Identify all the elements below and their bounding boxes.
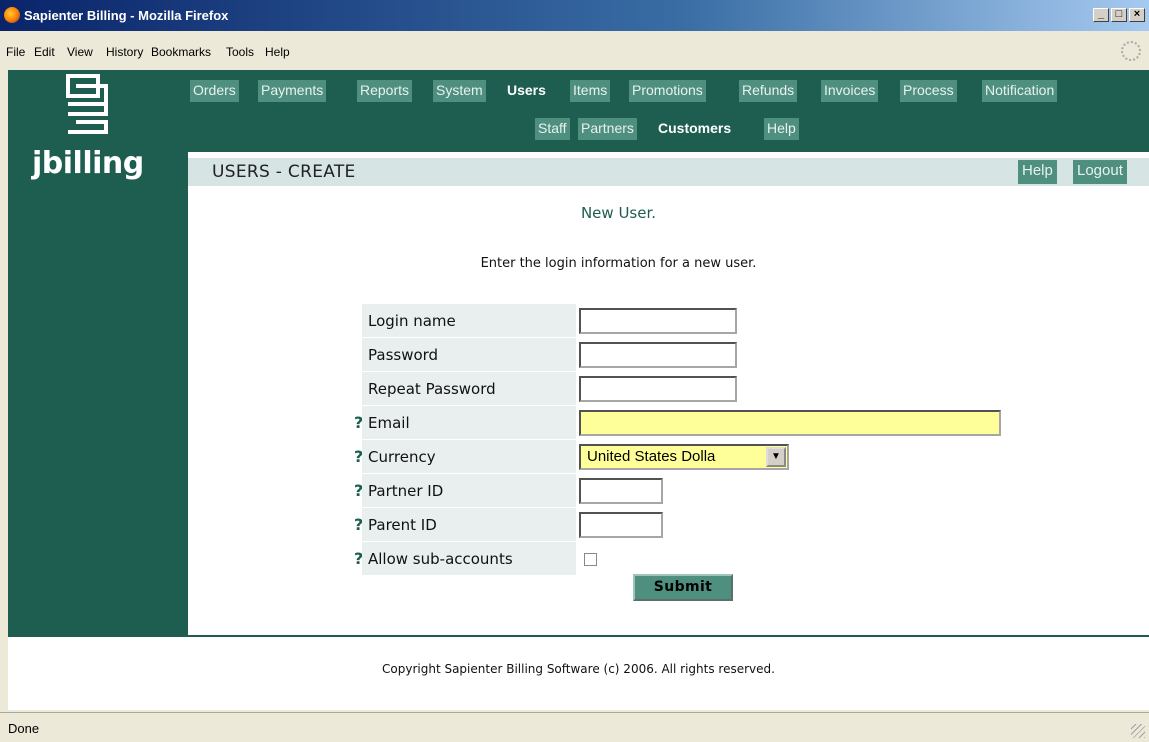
repeat-password-input[interactable] bbox=[579, 376, 737, 402]
minimize-button[interactable]: _ bbox=[1093, 8, 1109, 22]
partner-id-row: ? Partner ID bbox=[354, 474, 1004, 508]
currency-label: Currency bbox=[362, 440, 576, 473]
password-input[interactable] bbox=[579, 342, 737, 368]
nav-items[interactable]: Items bbox=[570, 80, 611, 102]
logo-text: jbilling bbox=[32, 146, 144, 181]
left-sidebar: jbilling bbox=[8, 70, 188, 635]
top-nav-band: Orders Payments Reports System Users Ite… bbox=[188, 70, 1149, 152]
currency-row: ? Currency United States Dolla ▼ bbox=[354, 440, 1004, 474]
jbilling-logo-icon bbox=[66, 74, 108, 134]
menu-file[interactable]: File bbox=[6, 45, 25, 59]
nav-system[interactable]: System bbox=[433, 80, 486, 102]
repeat-password-label: Repeat Password bbox=[362, 372, 576, 405]
footer-divider bbox=[8, 635, 1149, 637]
nav-promotions[interactable]: Promotions bbox=[629, 80, 706, 102]
firefox-icon bbox=[4, 7, 20, 23]
nav-reports[interactable]: Reports bbox=[357, 80, 413, 102]
window-titlebar: Sapienter Billing - Mozilla Firefox _ □ … bbox=[0, 0, 1149, 31]
window-title: Sapienter Billing - Mozilla Firefox bbox=[24, 8, 229, 23]
dropdown-arrow-icon[interactable]: ▼ bbox=[766, 447, 786, 467]
nav-users[interactable]: Users bbox=[504, 80, 549, 102]
password-row: Password bbox=[354, 338, 1004, 372]
menu-edit[interactable]: Edit bbox=[34, 45, 55, 59]
form-heading: New User. bbox=[580, 204, 657, 222]
menu-help[interactable]: Help bbox=[265, 45, 290, 59]
status-bar: Done bbox=[0, 712, 1149, 742]
logout-button[interactable]: Logout bbox=[1073, 160, 1127, 184]
email-input[interactable] bbox=[579, 410, 1001, 436]
submit-button[interactable]: Submit bbox=[633, 574, 733, 601]
parent-id-input[interactable] bbox=[579, 512, 663, 538]
nav-orders[interactable]: Orders bbox=[190, 80, 239, 102]
currency-selected-value: United States Dolla bbox=[587, 448, 716, 465]
menu-tools[interactable]: Tools bbox=[226, 45, 254, 59]
email-label: Email bbox=[362, 406, 576, 439]
repeat-password-row: Repeat Password bbox=[354, 372, 1004, 406]
nav-payments[interactable]: Payments bbox=[258, 80, 327, 102]
partner-id-label: Partner ID bbox=[362, 474, 576, 507]
menu-view[interactable]: View bbox=[67, 45, 93, 59]
section-header: USERS - CREATE Help Logout bbox=[188, 158, 1149, 186]
allow-sub-accounts-row: ? Allow sub-accounts bbox=[354, 542, 1004, 576]
header-help-button[interactable]: Help bbox=[1018, 160, 1057, 184]
subnav-help[interactable]: Help bbox=[764, 118, 799, 140]
nav-refunds[interactable]: Refunds bbox=[739, 80, 798, 102]
menu-bookmarks[interactable]: Bookmarks bbox=[151, 45, 211, 59]
menu-history[interactable]: History bbox=[106, 45, 143, 59]
currency-select[interactable]: United States Dolla ▼ bbox=[579, 444, 789, 470]
allow-sub-accounts-checkbox[interactable] bbox=[584, 553, 597, 566]
nav-invoices[interactable]: Invoices bbox=[821, 80, 879, 102]
subnav-partners[interactable]: Partners bbox=[578, 118, 637, 140]
password-label: Password bbox=[362, 338, 576, 371]
allow-sub-accounts-label: Allow sub-accounts bbox=[362, 542, 576, 575]
form-instructions: Enter the login information for a new us… bbox=[480, 256, 757, 271]
nav-notification[interactable]: Notification bbox=[982, 80, 1058, 102]
subnav-staff[interactable]: Staff bbox=[535, 118, 570, 140]
login-name-label: Login name bbox=[362, 304, 576, 337]
menu-bar: File Edit View History Bookmarks Tools H… bbox=[0, 40, 1149, 62]
login-name-input[interactable] bbox=[579, 308, 737, 334]
maximize-button[interactable]: □ bbox=[1111, 8, 1127, 22]
throbber-icon bbox=[1121, 41, 1141, 61]
parent-id-row: ? Parent ID bbox=[354, 508, 1004, 542]
email-row: ? Email bbox=[354, 406, 1004, 440]
web-page: jbilling Orders Payments Reports System … bbox=[8, 70, 1149, 710]
status-text: Done bbox=[8, 721, 40, 736]
partner-id-input[interactable] bbox=[579, 478, 663, 504]
resize-grip-icon[interactable] bbox=[1131, 724, 1145, 738]
login-name-row: Login name bbox=[354, 304, 1004, 338]
copyright-text: Copyright Sapienter Billing Software (c)… bbox=[382, 662, 775, 676]
nav-process[interactable]: Process bbox=[900, 80, 957, 102]
page-title: USERS - CREATE bbox=[212, 162, 356, 182]
main-content: New User. Enter the login information fo… bbox=[188, 186, 1149, 635]
parent-id-label: Parent ID bbox=[362, 508, 576, 541]
subnav-customers[interactable]: Customers bbox=[655, 118, 734, 140]
close-button[interactable]: × bbox=[1129, 8, 1145, 22]
